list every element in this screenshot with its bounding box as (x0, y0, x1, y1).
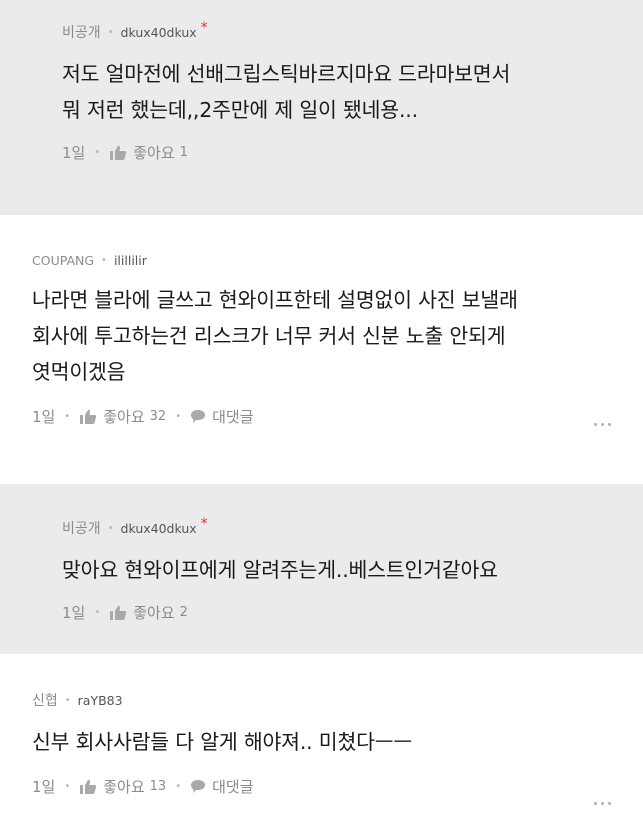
comment-line: 뭐 저런 했는데,,2주만에 제 일이 됐네용... (62, 98, 418, 122)
separator-dot: • (107, 522, 114, 534)
author-nickname[interactable]: dkux40dkux (121, 521, 197, 536)
comment-body: 나라면 블라에 글쓰고 현와이프한테 설명없이 사진 보낼래 회사에 투고하는건… (32, 282, 643, 390)
more-dots-icon[interactable] (594, 423, 611, 426)
reply-button[interactable]: 대댓글 (190, 776, 254, 797)
thumbs-up-icon (80, 409, 97, 424)
reply-button[interactable]: 대댓글 (190, 406, 254, 427)
like-button[interactable]: 좋아요 13 (79, 776, 166, 797)
more-dot (594, 802, 597, 805)
separator-dot: • (94, 607, 101, 618)
like-count: 1 (179, 145, 188, 160)
comment-line: 엿먹이겠음 (32, 360, 126, 384)
like-button[interactable]: 좋아요 2 (109, 602, 188, 623)
like-label: 좋아요 (133, 144, 175, 162)
comment: 신협 • raYB83 신부 회사사람들 다 알게 해야져.. 미쳤다ㅡㅡ 1일… (0, 654, 643, 828)
reply-label: 대댓글 (212, 408, 254, 426)
like-label: 좋아요 (133, 604, 175, 622)
comment-body: 맞아요 현와이프에게 알려주는게..베스트인거같아요 (62, 552, 643, 588)
comment-time: 1일 (62, 144, 86, 162)
like-button[interactable]: 좋아요 1 (109, 142, 188, 163)
speech-bubble-icon (191, 780, 206, 793)
comment-time: 1일 (62, 604, 86, 622)
author-nickname[interactable]: dkux40dkux (121, 25, 197, 40)
comment-meta: 비공개 • dkux40dkux * (62, 20, 643, 42)
reply-label: 대댓글 (212, 778, 254, 796)
separator-dot: • (64, 694, 71, 706)
comment-line: 신부 회사사람들 다 알게 해야져.. 미쳤다ㅡㅡ (32, 730, 413, 754)
like-count: 32 (149, 409, 167, 424)
reply-comment: 비공개 • dkux40dkux * 저도 얼마전에 선배그립스틱바르지마요 드… (0, 0, 643, 215)
speech-bubble-icon (191, 410, 206, 423)
comment-body: 저도 얼마전에 선배그립스틱바르지마요 드라마보면서 뭐 저런 했는데,,2주만… (62, 56, 643, 128)
comment-body: 신부 회사사람들 다 알게 해야져.. 미쳤다ㅡㅡ (32, 724, 643, 760)
comment-line: 나라면 블라에 글쓰고 현와이프한테 설명없이 사진 보낼래 (32, 288, 518, 312)
author-company[interactable]: 신협 (32, 690, 58, 710)
comment-line: 저도 얼마전에 선배그립스틱바르지마요 드라마보면서 (62, 62, 511, 86)
thumbs-up-icon (110, 145, 127, 160)
author-company[interactable]: 비공개 (62, 22, 101, 42)
author-company[interactable]: COUPANG (32, 253, 94, 268)
author-company[interactable]: 비공개 (62, 518, 101, 538)
comment-line: 맞아요 현와이프에게 알려주는게..베스트인거같아요 (62, 558, 498, 582)
separator-dot: • (94, 147, 101, 158)
separator-dot: • (64, 411, 71, 422)
like-button[interactable]: 좋아요 32 (79, 406, 166, 427)
author-nickname[interactable]: ilillilir (114, 253, 147, 268)
comment-meta: 신협 • raYB83 (32, 690, 643, 710)
more-dot (601, 423, 604, 426)
comment-time: 1일 (32, 778, 56, 796)
separator-dot: • (175, 411, 182, 422)
more-dot (608, 802, 611, 805)
author-mark: * (200, 20, 208, 36)
comment-line: 회사에 투고하는건 리스크가 너무 커서 신분 노출 안되게 (32, 324, 506, 348)
separator-dot: • (64, 781, 71, 792)
more-dots-icon[interactable] (594, 802, 611, 805)
comment-time: 1일 (32, 408, 56, 426)
comment-actions: 1일 • 좋아요 2 (62, 602, 643, 623)
comment-meta: COUPANG • ilillilir (32, 253, 643, 268)
author-nickname[interactable]: raYB83 (78, 693, 123, 708)
author-mark: * (200, 516, 208, 532)
reply-comment: 비공개 • dkux40dkux * 맞아요 현와이프에게 알려주는게..베스트… (0, 484, 643, 654)
more-dot (608, 423, 611, 426)
like-label: 좋아요 (103, 778, 145, 796)
comment-actions: 1일 • 좋아요 13 • 대댓글 (32, 776, 643, 797)
comment-actions: 1일 • 좋아요 32 • 대댓글 (32, 406, 643, 427)
separator-dot: • (101, 255, 107, 266)
comment-actions: 1일 • 좋아요 1 (62, 142, 643, 163)
more-dot (594, 423, 597, 426)
comment-meta: 비공개 • dkux40dkux * (62, 516, 643, 538)
thumbs-up-icon (110, 605, 127, 620)
separator-dot: • (175, 781, 182, 792)
like-label: 좋아요 (103, 408, 145, 426)
more-dot (601, 802, 604, 805)
like-count: 13 (149, 779, 167, 794)
like-count: 2 (179, 605, 188, 620)
thumbs-up-icon (80, 779, 97, 794)
separator-dot: • (107, 26, 114, 38)
comment: COUPANG • ilillilir 나라면 블라에 글쓰고 현와이프한테 설… (0, 215, 643, 484)
